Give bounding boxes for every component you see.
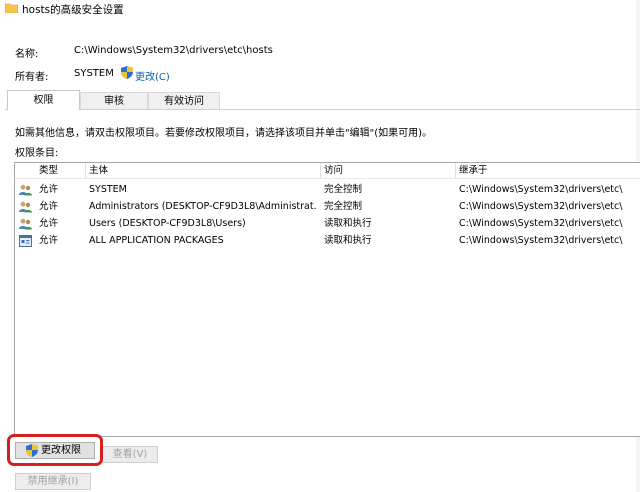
change-owner-link[interactable]: 更改(C) (135, 68, 170, 83)
entry-access: 读取和执行 (324, 218, 372, 229)
column-header-access[interactable]: 访问 (320, 163, 455, 178)
instructions-text: 如需其他信息，请双击权限项目。若要修改权限项目，请选择该项目并单击"编辑"(如果… (15, 128, 433, 139)
tab-label: 有效访问 (164, 96, 204, 107)
users-icon (19, 201, 32, 213)
table-row[interactable]: 允许 Administrators (DESKTOP-CF9D3L8\Admin… (15, 198, 640, 215)
disable-inheritance-button[interactable]: 禁用继承(I) (15, 473, 91, 490)
entry-type: 允许 (39, 235, 59, 246)
users-icon (19, 184, 32, 196)
entry-inherited-from: C:\Windows\System32\drivers\etc\ (459, 235, 623, 246)
button-label: 禁用继承(I) (27, 476, 79, 487)
tab-auditing[interactable]: 审核 (80, 92, 148, 109)
entry-type: 允许 (39, 201, 59, 212)
tab-panel-border (5, 109, 640, 110)
button-label: 查看(V) (112, 449, 148, 460)
entry-principal: ALL APPLICATION PACKAGES (89, 235, 224, 246)
entry-type: 允许 (39, 184, 59, 195)
column-header-inherited-from[interactable]: 继承于 (455, 163, 635, 178)
name-value: C:\Windows\System32\drivers\etc\hosts (74, 45, 273, 56)
window-title: hosts的高级安全设置 (22, 4, 124, 16)
entries-label: 权限条目: (15, 148, 59, 159)
folder-icon (5, 3, 18, 13)
uac-shield-icon (121, 66, 133, 79)
owner-value: SYSTEM (74, 68, 114, 79)
entry-inherited-from: C:\Windows\System32\drivers\etc\ (459, 184, 623, 195)
entry-inherited-from: C:\Windows\System32\drivers\etc\ (459, 201, 623, 212)
entry-type: 允许 (39, 218, 59, 229)
highlight-annotation (7, 434, 103, 466)
entry-inherited-from: C:\Windows\System32\drivers\etc\ (459, 218, 623, 229)
tab-label: 审核 (104, 96, 124, 107)
title-bar: hosts的高级安全设置 (0, 0, 640, 18)
column-header-type[interactable]: 类型 (35, 163, 85, 178)
tab-permissions[interactable]: 权限 (7, 90, 80, 110)
table-row[interactable]: 允许 ALL APPLICATION PACKAGES 读取和执行 C:\Win… (15, 232, 640, 249)
owner-label: 所有者: (15, 72, 49, 83)
package-icon (19, 235, 32, 247)
entry-principal: Administrators (DESKTOP-CF9D3L8\Administ… (89, 201, 317, 212)
entry-access: 读取和执行 (324, 235, 372, 246)
tab-label: 权限 (33, 95, 54, 106)
tab-effective-access[interactable]: 有效访问 (148, 92, 220, 109)
name-label: 名称: (15, 49, 39, 60)
permission-entries-list[interactable]: 类型 主体 访问 继承于 允许 SYSTEM 完全控制 C:\Windows\S… (14, 162, 640, 437)
header-divider (15, 178, 640, 179)
entry-principal: Users (DESKTOP-CF9D3L8\Users) (89, 218, 246, 229)
column-header-principal[interactable]: 主体 (85, 163, 320, 178)
entry-access: 完全控制 (324, 201, 363, 212)
view-button[interactable]: 查看(V) (102, 446, 158, 463)
entry-access: 完全控制 (324, 184, 363, 195)
table-row[interactable]: 允许 Users (DESKTOP-CF9D3L8\Users) 读取和执行 C… (15, 215, 640, 232)
table-row[interactable]: 允许 SYSTEM 完全控制 C:\Windows\System32\drive… (15, 181, 640, 198)
entry-principal: SYSTEM (89, 184, 127, 195)
users-icon (19, 218, 32, 230)
